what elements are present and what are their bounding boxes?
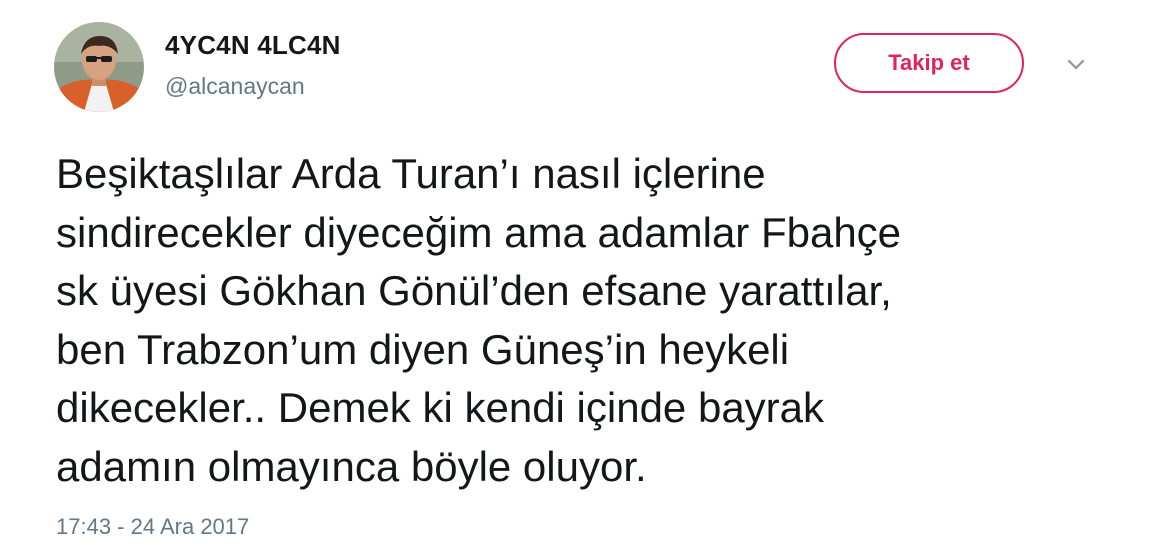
- tweet-card: 4YC4N 4LC4N @alcanaycan Takip et Beşikta…: [0, 0, 1150, 555]
- user-handle[interactable]: @alcanaycan: [165, 73, 305, 100]
- chevron-down-icon[interactable]: [1062, 50, 1090, 78]
- tweet-text-line: sk üyesi Gökhan Gönül’den efsane yarattı…: [56, 267, 892, 314]
- tweet-text: Beşiktaşlılar Arda Turan’ı nasıl içlerin…: [56, 145, 1116, 496]
- tweet-text-line: Beşiktaşlılar Arda Turan’ı nasıl içlerin…: [56, 150, 766, 197]
- display-name[interactable]: 4YC4N 4LC4N: [165, 30, 341, 61]
- tweet-text-line: dikecekler.. Demek ki kendi içinde bayra…: [56, 384, 825, 431]
- tweet-text-line: ben Trabzon’um diyen Güneş’in heykeli: [56, 325, 790, 373]
- tweet-text-line: sindirecekler diyeceğim ama adamlar Fbah…: [56, 208, 902, 256]
- follow-button[interactable]: Takip et: [834, 33, 1024, 93]
- tweet-timestamp[interactable]: 17:43 - 24 Ara 2017: [56, 514, 249, 540]
- tweet-text-line: adamın olmayınca böyle oluyor.: [56, 442, 647, 490]
- avatar[interactable]: [54, 22, 144, 112]
